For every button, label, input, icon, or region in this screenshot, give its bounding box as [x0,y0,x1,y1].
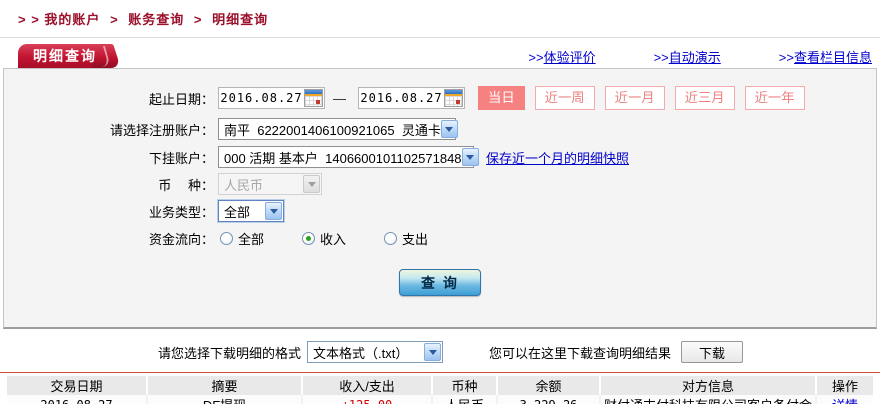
breadcrumb-item-my-account[interactable]: 我的账户 [44,12,100,27]
cell-date: 2016-08-27 [7,395,147,404]
biz-type-row: 业务类型： 全部 [4,200,876,222]
date-range-row: 起止日期： 2016.08.27 — 2016.08.27 当日 近一周 近一月… [4,86,876,110]
radio-flow-all[interactable]: 全部 [220,229,264,248]
title-bar: 明细查询 >>体验评价 >>自动演示 >>查看栏目信息 [0,44,880,68]
link-label: 查看栏目信息 [793,49,872,65]
currency-label: 币 种： [158,177,214,193]
start-date-value[interactable]: 2016.08.27 [219,91,304,105]
col-header-currency: 币种 [431,376,497,395]
chevron-down-icon[interactable] [461,148,479,166]
currency-select-disabled: 人民币 [218,173,322,195]
link-prefix: >> [653,49,669,65]
link-prefix: >> [778,49,794,65]
download-format-label: 请您选择下载明细的格式 [158,345,302,361]
registered-account-value: 南平 6222001406100921065 灵通卡 [224,122,441,138]
quick-range-year-button[interactable]: 近一年 [744,86,805,110]
link-label: 自动演示 [668,49,721,65]
download-row: 请您选择下载明细的格式 文本格式（.txt） 您可以在这里下载查询明细结果 下载 [0,340,880,364]
quick-range-3months-button[interactable]: 近三月 [674,86,735,110]
col-header-action: 操作 [815,376,873,395]
cell-counterparty: 财付通支付科技有限公司客户备付金 [599,395,816,404]
top-links: >>体验评价 >>自动演示 >>查看栏目信息 [528,47,880,66]
chevron-down-icon [303,175,320,193]
quick-range-buttons: 当日 近一周 近一月 近三月 近一年 [478,86,805,110]
cell-action: 详情 [815,395,873,404]
save-monthly-snapshot-link[interactable]: 保存近一个月的明细快照 [486,148,629,167]
calendar-icon[interactable] [444,89,463,107]
query-button[interactable]: 查 询 [399,269,481,296]
date-range-dash: — [333,90,346,106]
calendar-icon[interactable] [304,89,323,107]
link-experience-review[interactable]: >>体验评价 [528,47,595,66]
fund-flow-radios: 全部 收入 支出 [220,229,466,248]
sub-account-value: 000 活期 基本户 1406600101102571848 [224,150,462,166]
cell-amount: +125.00 [301,395,432,404]
biz-type-label: 业务类型： [148,204,214,220]
radio-flow-income[interactable]: 收入 [302,229,346,248]
link-label: 体验评价 [543,49,596,65]
biz-type-select[interactable]: 全部 [218,200,284,222]
query-form-panel: 起止日期： 2016.08.27 — 2016.08.27 当日 近一周 近一月… [3,68,877,329]
cell-balance: 3,229.26 [496,395,600,404]
radio-checked-icon[interactable] [302,231,316,245]
sub-account-row: 下挂账户： 000 活期 基本户 1406600101102571848 保存近… [4,146,876,168]
download-hint: 您可以在这里下载查询明细结果 [489,345,672,361]
quick-range-week-button[interactable]: 近一周 [534,86,595,110]
divider [0,37,880,38]
registered-account-row: 请选择注册账户： 南平 6222001406100921065 灵通卡 [4,118,876,140]
end-date-value[interactable]: 2016.08.27 [359,91,444,105]
currency-row: 币 种： 人民币 [4,173,876,195]
table-header-row: 交易日期 摘要 收入/支出 币种 余额 对方信息 操作 [7,376,873,395]
radio-icon[interactable] [384,231,398,245]
registered-account-select[interactable]: 南平 6222001406100921065 灵通卡 [218,118,458,140]
cell-summary: DF提现 [146,395,302,404]
quick-range-month-button[interactable]: 近一月 [604,86,665,110]
page-title-tab: 明细查询 [18,44,103,68]
cell-currency: 人民币 [431,395,497,404]
biz-type-value: 全部 [224,204,251,220]
chevron-down-icon[interactable] [265,202,282,220]
red-divider [0,372,880,373]
download-format-value: 文本格式（.txt） [313,345,409,361]
end-date-field[interactable]: 2016.08.27 [358,87,465,109]
download-format-select[interactable]: 文本格式（.txt） [307,341,444,363]
radio-flow-expense[interactable]: 支出 [384,229,428,248]
breadcrumb-item-account-query[interactable]: 账务查询 [128,12,184,27]
col-header-amount: 收入/支出 [301,376,432,395]
table-row: 2016-08-27 DF提现 +125.00 人民币 3,229.26 财付通… [7,395,873,404]
date-range-label: 起止日期： [148,91,214,107]
sub-account-select[interactable]: 000 活期 基本户 1406600101102571848 [218,146,479,168]
currency-value: 人民币 [224,177,264,193]
sub-account-label: 下挂账户： [148,150,214,166]
link-view-column-info[interactable]: >>查看栏目信息 [779,47,872,66]
radio-label: 全部 [238,231,265,247]
start-date-field[interactable]: 2016.08.27 [218,87,325,109]
breadcrumb-item-detail-query[interactable]: 明细查询 [212,12,268,27]
breadcrumb-separator: > [193,12,203,27]
registered-account-label: 请选择注册账户： [109,122,214,138]
detail-link[interactable]: 详情 [832,398,858,404]
radio-icon[interactable] [220,231,233,245]
col-header-summary: 摘要 [146,376,302,395]
chevron-down-icon[interactable] [424,343,442,361]
fund-flow-row: 资金流向： 全部 收入 支出 [4,227,876,249]
link-prefix: >> [528,49,544,65]
col-header-counterparty: 对方信息 [599,376,816,395]
breadcrumb-prefix: > > [18,12,40,27]
quick-range-today-button[interactable]: 当日 [478,86,525,110]
chevron-down-icon[interactable] [440,120,458,138]
col-header-balance: 余额 [496,376,600,395]
radio-label: 收入 [320,231,347,247]
download-button[interactable]: 下载 [681,341,744,363]
fund-flow-label: 资金流向： [148,231,214,247]
col-header-date: 交易日期 [7,376,147,395]
link-auto-demo[interactable]: >>自动演示 [654,47,721,66]
radio-label: 支出 [402,231,429,247]
breadcrumb: > > 我的账户 > 账务查询 > 明细查询 [0,0,880,28]
breadcrumb-separator: > [110,12,119,27]
transaction-table: 交易日期 摘要 收入/支出 币种 余额 对方信息 操作 2016-08-27 D… [7,376,873,404]
